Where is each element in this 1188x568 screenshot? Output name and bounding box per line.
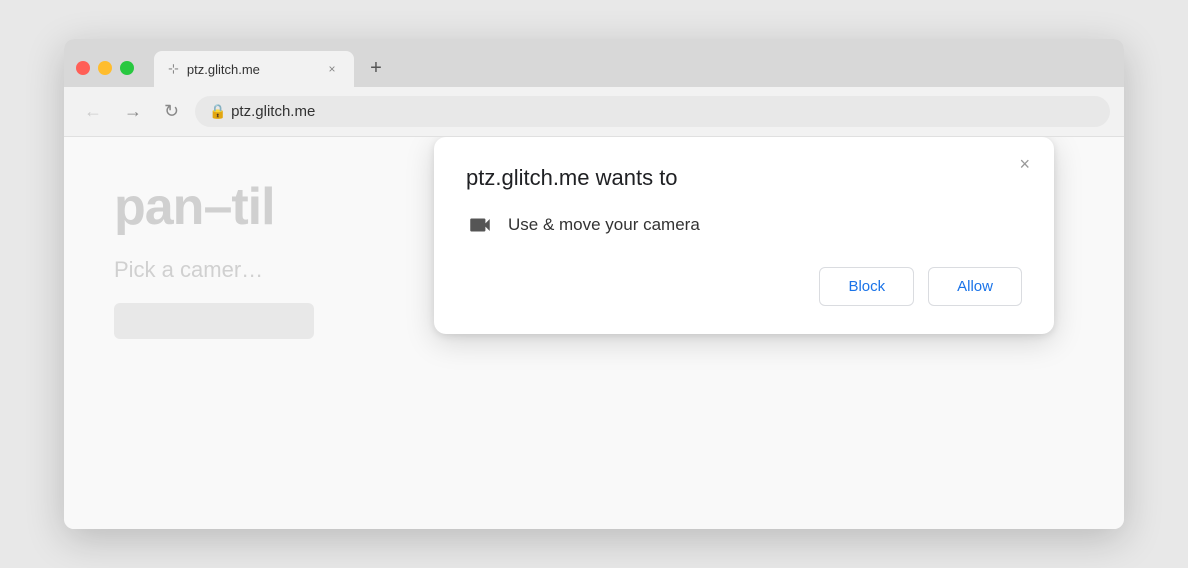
dialog-close-button[interactable]: × [1013, 153, 1036, 175]
block-button[interactable]: Block [819, 267, 914, 306]
dialog-actions: Block Allow [466, 267, 1022, 306]
close-window-button[interactable] [76, 61, 90, 75]
tab-close-button[interactable]: × [324, 61, 340, 77]
tab-title: ptz.glitch.me [187, 62, 316, 77]
page-content: pan–til Pick a camer… × ptz.glitch.me wa… [64, 137, 1124, 529]
camera-icon [466, 211, 494, 239]
permission-dialog: × ptz.glitch.me wants to Use & move your… [434, 137, 1054, 334]
window-controls [76, 61, 150, 87]
dialog-title: ptz.glitch.me wants to [466, 165, 1022, 191]
tab-bar: ⊹ ptz.glitch.me × + [64, 39, 1124, 87]
dialog-permission-row: Use & move your camera [466, 211, 1022, 239]
address-bar: ← → ↻ 🔒 [64, 87, 1124, 137]
browser-window: ⊹ ptz.glitch.me × + ← → ↻ 🔒 pan–til Pick… [64, 39, 1124, 529]
new-tab-button[interactable]: + [358, 51, 394, 87]
maximize-window-button[interactable] [120, 61, 134, 75]
page-select-placeholder [114, 303, 314, 339]
permission-text: Use & move your camera [508, 215, 700, 235]
url-input[interactable] [195, 96, 1110, 127]
forward-button[interactable]: → [118, 97, 148, 126]
reload-button[interactable]: ↻ [158, 97, 185, 126]
minimize-window-button[interactable] [98, 61, 112, 75]
tab-move-icon: ⊹ [168, 61, 179, 77]
back-button[interactable]: ← [78, 97, 108, 126]
browser-tab[interactable]: ⊹ ptz.glitch.me × [154, 51, 354, 87]
allow-button[interactable]: Allow [928, 267, 1022, 306]
url-bar-wrapper: 🔒 [195, 96, 1110, 127]
